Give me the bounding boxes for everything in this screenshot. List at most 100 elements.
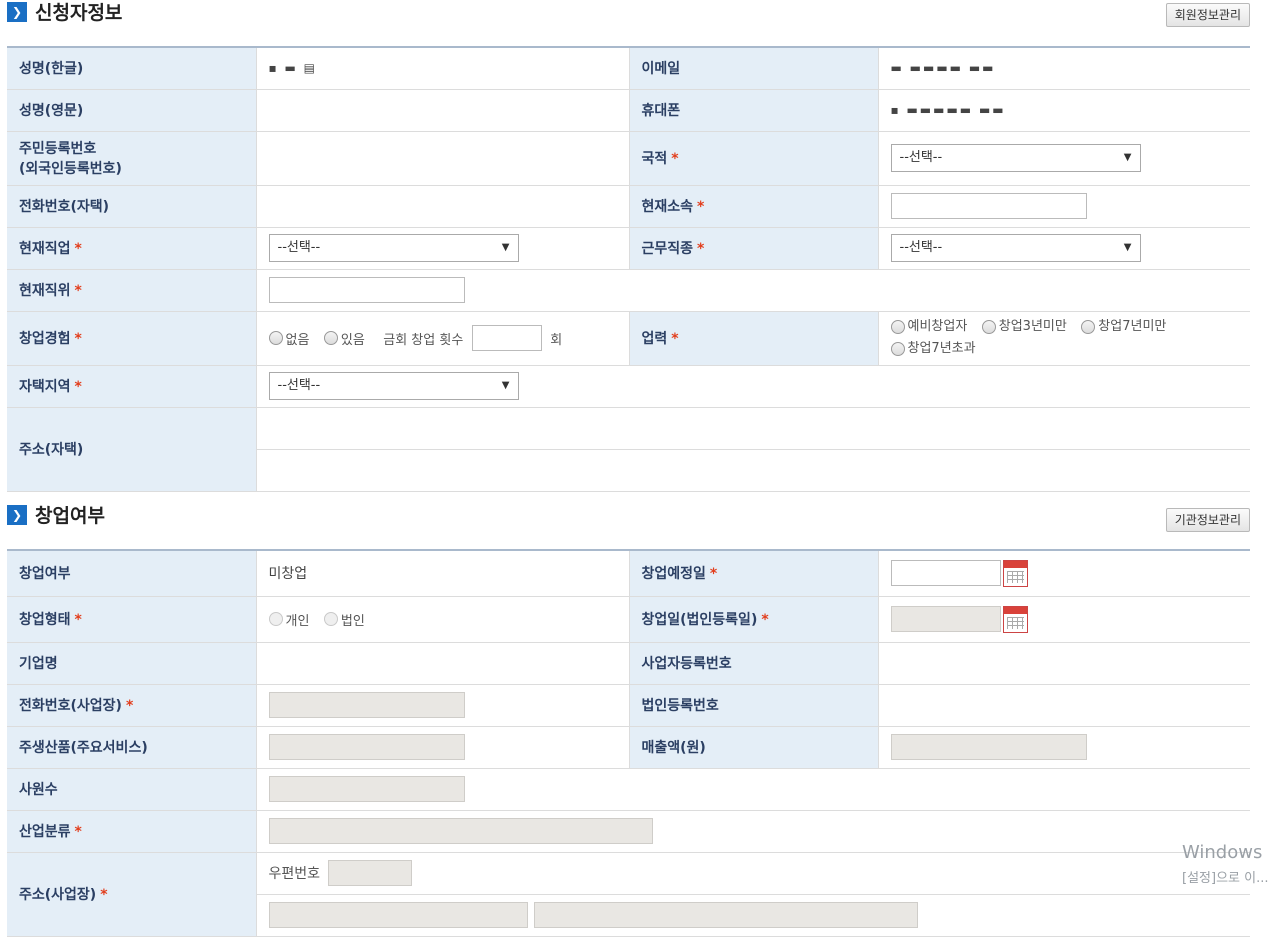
email-value: ▬ ▬▬▬▬ ▬▬ [890,61,996,76]
nationality-label: 국적 [641,151,668,167]
job-select-value: --선택-- [277,240,321,255]
position-input[interactable] [268,277,465,303]
career-7y-radio[interactable] [1081,320,1096,334]
work-type-select[interactable]: --선택-- ▼ [890,234,1141,262]
career-over7y-label: 창업7년초과 [907,341,976,356]
startup-form-label: 창업형태 [19,612,71,628]
affiliation-input[interactable] [890,193,1087,219]
applicant-title: 신청자정보 [35,2,123,24]
nationality-select-value: --선택-- [899,150,943,165]
form-corporate-radio[interactable] [323,612,338,626]
office-phone-label: 전화번호(사업장) [19,698,122,714]
zipcode-input[interactable] [328,860,413,886]
required-mark: * [709,566,718,583]
startup-exp-yes-radio[interactable] [323,331,338,345]
employees-input[interactable] [268,776,465,802]
home-address-line1 [255,407,1250,450]
home-region-select-value: --선택-- [277,378,321,393]
startup-status-value: 미창업 [255,550,629,597]
company-name-value [255,642,629,685]
required-mark: * [125,698,134,714]
form-individual-label: 개인 [285,613,310,629]
watermark-line1: Windows [1182,842,1263,863]
startup-title: 창업여부 [35,505,105,527]
startup-section: ❯ 창업여부 기관정보관리 창업여부 미창업 창업예정일 * 창업형태 * 개인 법… [7,503,1250,937]
startup-status-label: 창업여부 [7,550,256,597]
zipcode-label: 우편번호 [268,866,321,882]
required-mark: * [74,824,82,840]
office-address-input-1[interactable] [268,902,528,928]
required-mark: * [100,887,108,903]
mobile-value: ▪ ▬▬▬▬▬ ▬▬ [890,103,1006,117]
corp-reg-value [877,684,1250,727]
employees-label: 사원수 [7,768,256,811]
planned-date-input[interactable] [890,560,1001,587]
rrn-label-line1: 주민등록번호 [19,141,97,157]
rrn-label: 주민등록번호 (외국인등록번호) [7,131,256,186]
mobile-label: 휴대폰 [628,89,878,132]
job-select[interactable]: --선택-- ▼ [268,234,519,262]
career-over7y-radio[interactable] [890,342,905,356]
applicant-section: ❯ 신청자정보 회원정보관리 성명(한글) ▪ ▬ ▤ 이메일 ▬ ▬▬▬▬ ▬… [7,0,1250,492]
career-7y-label: 창업7년미만 [1098,319,1167,334]
home-region-select[interactable]: --선택-- ▼ [268,372,519,400]
required-mark: * [697,241,705,257]
industry-input[interactable] [268,818,653,844]
calendar-icon[interactable] [1002,559,1028,587]
main-product-input[interactable] [268,734,465,760]
org-info-manage-button[interactable]: 기관정보관리 [1165,508,1250,532]
required-mark: * [74,331,82,347]
required-mark: * [761,612,769,628]
career-label: 업력 [641,331,668,347]
main-product-label: 주생산품(주요서비스) [7,726,256,769]
startup-header: ❯ 창업여부 기관정보관리 [7,503,1250,549]
startup-count-unit: 회 [550,332,563,348]
home-region-label: 자택지역 [19,379,71,395]
company-name-label: 기업명 [7,642,256,685]
startup-count-input[interactable] [471,325,542,351]
required-mark: * [74,612,82,628]
industry-label: 산업분류 [19,824,71,840]
required-mark: * [74,379,82,395]
work-type-label: 근무직종 [641,241,694,257]
form-corporate-label: 법인 [340,613,365,629]
office-address-input-2[interactable] [533,902,918,928]
job-label: 현재직업 [19,241,71,257]
career-3y-radio[interactable] [981,320,996,334]
home-address-label: 주소(자택) [7,407,256,492]
career-3y-label: 창업3년미만 [998,319,1067,334]
position-label: 현재직위 [19,283,71,299]
startup-table: 창업여부 미창업 창업예정일 * 창업형태 * 개인 법인 창업일(법인등록일) * … [7,549,1250,937]
dropdown-arrow-icon: ▼ [501,242,510,253]
windows-activation-watermark: Windows [설정]으로 이... [1182,842,1268,886]
startup-exp-none-label: 없음 [285,332,310,348]
revenue-input[interactable] [890,734,1087,760]
founded-date-input[interactable] [890,606,1001,632]
work-type-select-value: --선택-- [899,240,943,255]
member-info-manage-button[interactable]: 회원정보관리 [1165,3,1250,27]
required-mark: * [74,283,82,299]
home-phone-value [255,185,629,228]
rrn-value [255,131,629,186]
career-pre-radio[interactable] [890,320,905,334]
home-address-line2 [255,449,1250,492]
applicant-table: 성명(한글) ▪ ▬ ▤ 이메일 ▬ ▬▬▬▬ ▬▬ 성명(영문) 휴대폰 ▪ … [7,46,1250,492]
applicant-header: ❯ 신청자정보 회원정보관리 [7,0,1250,46]
office-address-label: 주소(사업장) [19,887,97,903]
home-phone-label: 전화번호(자택) [7,185,256,228]
watermark-line2: [설정]으로 이... [1182,871,1269,886]
form-individual-radio[interactable] [268,612,283,626]
required-mark: * [74,241,82,257]
corp-reg-label: 법인등록번호 [628,684,878,727]
name-en-label: 성명(영문) [7,89,256,132]
required-mark: * [697,199,705,215]
calendar-icon[interactable] [1002,605,1028,633]
required-mark: * [671,331,679,347]
affiliation-label: 현재소속 [641,199,694,215]
name-kr-label: 성명(한글) [7,47,256,90]
chevron-right-icon: ❯ [7,2,27,22]
dropdown-arrow-icon: ▼ [1123,152,1132,163]
office-phone-input[interactable] [268,692,465,718]
startup-exp-none-radio[interactable] [268,331,283,345]
nationality-select[interactable]: --선택-- ▼ [890,144,1141,172]
